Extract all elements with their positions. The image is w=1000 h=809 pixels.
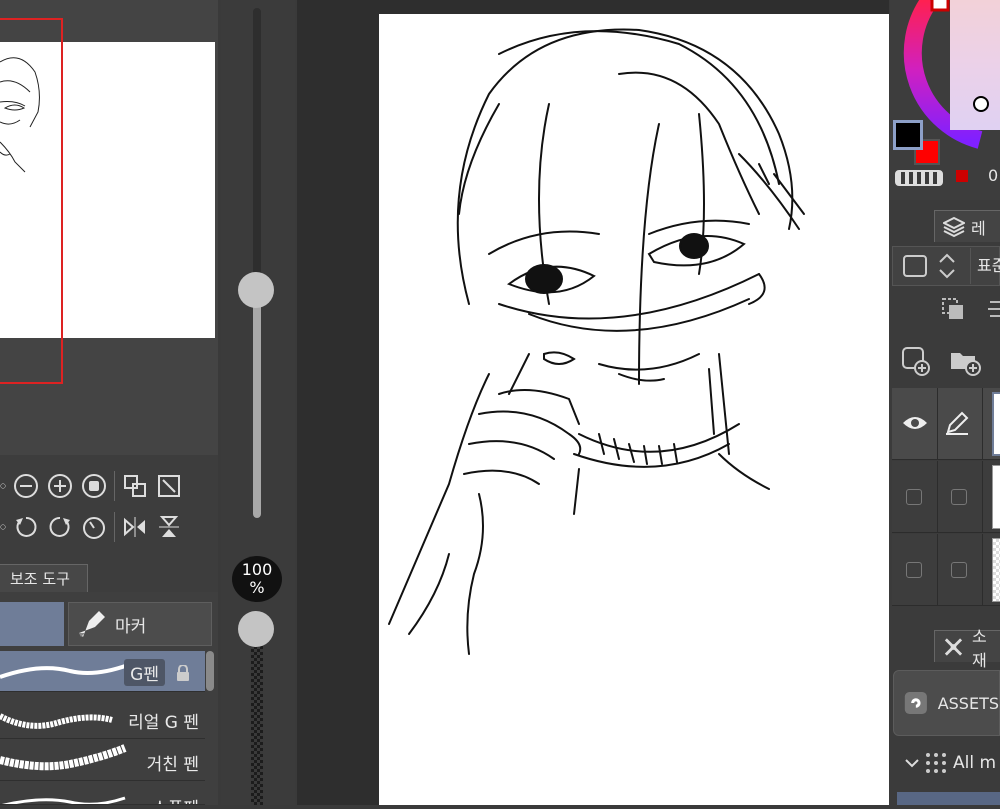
- layer-row[interactable]: [892, 534, 1000, 606]
- tab-layer[interactable]: 레: [934, 210, 1000, 242]
- layer-row[interactable]: [892, 461, 1000, 533]
- assets-label: ASSETS: [937, 693, 999, 713]
- material-icon: [944, 637, 963, 656]
- brush-item-label: 리얼 G 펜: [128, 713, 199, 733]
- brush-list-scrollbar[interactable]: [206, 651, 214, 691]
- partial-icon[interactable]: [0, 472, 6, 500]
- divider: [982, 534, 983, 606]
- actual-size-icon[interactable]: [155, 472, 183, 500]
- navigator-view-frame[interactable]: [0, 18, 63, 384]
- layer-thumbnail: [992, 538, 1000, 602]
- subtool-group-pen[interactable]: [0, 602, 64, 646]
- divider: [114, 512, 115, 542]
- brush-item-spoon-pen[interactable]: 스푼펜: [0, 782, 205, 805]
- pencil-icon[interactable]: [944, 410, 970, 436]
- material-filter-label: All m: [953, 753, 997, 773]
- rotate-right-icon[interactable]: [46, 513, 74, 541]
- material-selected-item[interactable]: [897, 792, 1000, 805]
- layer-thumbnail: [992, 465, 1000, 529]
- layer-clip-icon[interactable]: [940, 296, 966, 326]
- divider: [937, 534, 938, 606]
- layer-more-icon[interactable]: [986, 296, 1000, 322]
- rotate-left-icon[interactable]: [12, 513, 40, 541]
- brush-item-real-gpen[interactable]: 리얼 G 펜: [0, 698, 205, 739]
- layers-icon: [943, 216, 965, 237]
- assets-button[interactable]: ASSETS: [893, 670, 1000, 736]
- visibility-checkbox[interactable]: [906, 562, 922, 578]
- layer-row[interactable]: [892, 388, 1000, 460]
- brush-item-label: 스푼펜: [152, 794, 199, 804]
- flip-vertical-icon[interactable]: [155, 513, 183, 541]
- brush-size-slider-fill: [253, 290, 261, 518]
- brush-stroke-preview: [0, 744, 127, 771]
- lock-checkbox[interactable]: [951, 562, 967, 578]
- marker-icon: [79, 611, 105, 637]
- grid-icon: [926, 753, 946, 773]
- eye-icon[interactable]: [902, 414, 928, 432]
- brush-item-label: 거친 펜: [146, 755, 199, 775]
- opacity-slider-track[interactable]: [251, 640, 263, 805]
- divider: [937, 388, 938, 460]
- chevron-down-icon: [905, 759, 919, 768]
- tab-layer-label: 레: [971, 218, 986, 238]
- new-folder-icon[interactable]: [948, 345, 982, 381]
- opacity-slider-knob[interactable]: [238, 611, 274, 647]
- divider: [982, 461, 983, 533]
- subtool-group-marker-label: 마커: [115, 616, 147, 637]
- transparent-color-icon[interactable]: [895, 170, 943, 186]
- divider: [114, 471, 115, 501]
- layer-thumbnail: [992, 392, 1000, 456]
- chevron-updown-icon[interactable]: [937, 251, 957, 281]
- brush-item-rough-pen[interactable]: 거친 펜: [0, 740, 205, 781]
- visibility-checkbox[interactable]: [906, 489, 922, 505]
- stop-icon[interactable]: [80, 472, 108, 500]
- partial-icon[interactable]: [0, 513, 6, 541]
- material-filter[interactable]: All m: [905, 752, 996, 774]
- tab-subtool-label: 보조 도구: [10, 570, 70, 588]
- reset-rotation-icon[interactable]: [80, 513, 108, 541]
- navigator-toolbar-row-1: [0, 470, 218, 502]
- canvas-paper[interactable]: [379, 14, 889, 805]
- brush-stroke-preview: [0, 713, 113, 729]
- zoom-unit: %: [249, 578, 265, 597]
- zoom-in-icon[interactable]: [46, 472, 74, 500]
- zoom-value: 100: [241, 560, 273, 579]
- lock-icon: [177, 665, 189, 681]
- subtool-group-marker[interactable]: 마커: [68, 602, 212, 646]
- divider: [937, 461, 938, 533]
- fit-screen-icon[interactable]: [121, 472, 149, 500]
- tab-subtool[interactable]: 보조 도구: [0, 564, 88, 592]
- new-layer-icon[interactable]: [900, 345, 932, 381]
- blend-mode-select[interactable]: 표준: [970, 248, 1000, 284]
- tab-material-label: 소재: [971, 626, 987, 670]
- zoom-badge: 100%: [232, 556, 282, 602]
- brush-stroke-preview: [1, 796, 126, 804]
- zoom-out-icon[interactable]: [12, 472, 40, 500]
- layer-color-icon[interactable]: [903, 255, 927, 277]
- tab-material[interactable]: 소재: [934, 627, 1000, 670]
- lock-checkbox[interactable]: [951, 489, 967, 505]
- sketch-drawing: [388, 28, 805, 655]
- flip-horizontal-icon[interactable]: [121, 513, 149, 541]
- brush-size-slider-knob[interactable]: [238, 272, 274, 308]
- color-value-text: 0: [988, 166, 999, 185]
- navigator-toolbar-row-2: [0, 511, 218, 543]
- divider: [982, 388, 983, 460]
- brush-item-gpen[interactable]: G펜: [0, 651, 205, 692]
- brush-stroke-preview: [0, 663, 129, 679]
- assets-icon: [904, 691, 927, 715]
- main-color-overlay: [893, 120, 923, 150]
- small-color-swatch[interactable]: [956, 170, 968, 182]
- brush-item-label: G펜: [124, 659, 165, 686]
